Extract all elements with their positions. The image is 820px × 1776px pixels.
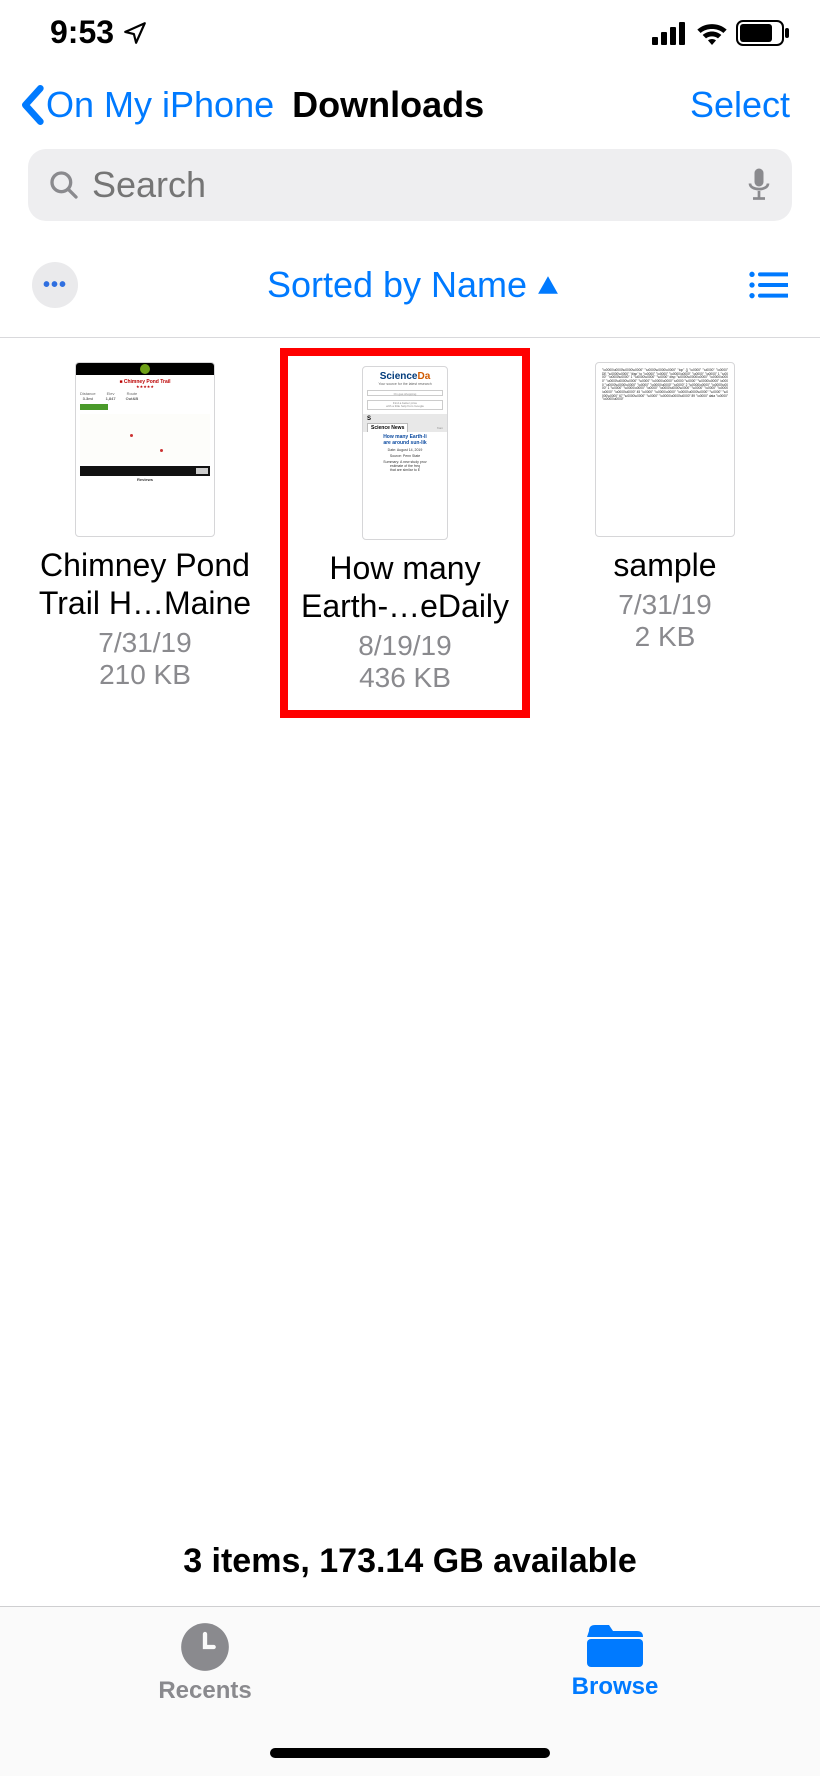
select-button[interactable]: Select [690,84,800,126]
tab-label: Recents [158,1677,251,1705]
search-container [0,145,820,235]
file-thumbnail: ScienceDa Your source for the latest res… [362,366,448,540]
file-grid: ■ Chimney Pond Trail ★★★★★ Distance3.3mi… [0,338,820,742]
more-button[interactable]: ••• [32,262,78,308]
back-chevron-icon[interactable] [20,85,44,125]
search-icon [48,169,80,201]
status-time: 9:53 [50,14,114,51]
file-thumbnail: "\u0000\u0000\u0000\u0000" "\u0000\u0000… [595,362,735,537]
file-date: 7/31/19 [618,589,711,621]
microphone-icon[interactable] [746,167,772,203]
status-bar: 9:53 [0,0,820,65]
cellular-icon [652,21,688,45]
storage-summary: 3 items, 173.14 GB available [0,1542,820,1581]
file-date: 8/19/19 [358,630,451,662]
file-name: How many Earth-…eDaily [294,550,516,626]
file-name: sample [609,547,720,585]
file-item-sample[interactable]: "\u0000\u0000\u0000\u0000" "\u0000\u0000… [540,362,790,718]
sort-button[interactable]: Sorted by Name [78,264,748,306]
page-title: Downloads [292,84,484,126]
ellipsis-icon: ••• [43,274,67,297]
file-date: 7/31/19 [98,627,191,659]
list-view-icon[interactable] [748,270,788,300]
sort-ascending-icon [537,275,559,295]
battery-icon [736,20,790,46]
search-input[interactable] [92,164,734,206]
file-item-chimney-pond[interactable]: ■ Chimney Pond Trail ★★★★★ Distance3.3mi… [20,362,270,718]
file-size: 210 KB [99,659,191,691]
location-icon [122,20,148,46]
tab-label: Browse [572,1673,659,1701]
folder-icon [587,1621,643,1669]
file-item-how-many-earth[interactable]: ScienceDa Your source for the latest res… [280,348,530,718]
search-field[interactable] [28,149,792,221]
nav-bar: On My iPhone Downloads Select [0,65,820,145]
sort-row: ••• Sorted by Name [0,235,820,335]
clock-icon [179,1621,231,1673]
file-name: Chimney Pond Trail H…Maine [20,547,270,623]
sort-label-text: Sorted by Name [267,264,527,306]
back-button[interactable]: On My iPhone [46,84,274,126]
file-size: 436 KB [359,662,451,694]
file-thumbnail: ■ Chimney Pond Trail ★★★★★ Distance3.3mi… [75,362,215,537]
file-size: 2 KB [635,621,696,653]
home-indicator[interactable] [270,1748,550,1758]
wifi-icon [696,21,728,45]
